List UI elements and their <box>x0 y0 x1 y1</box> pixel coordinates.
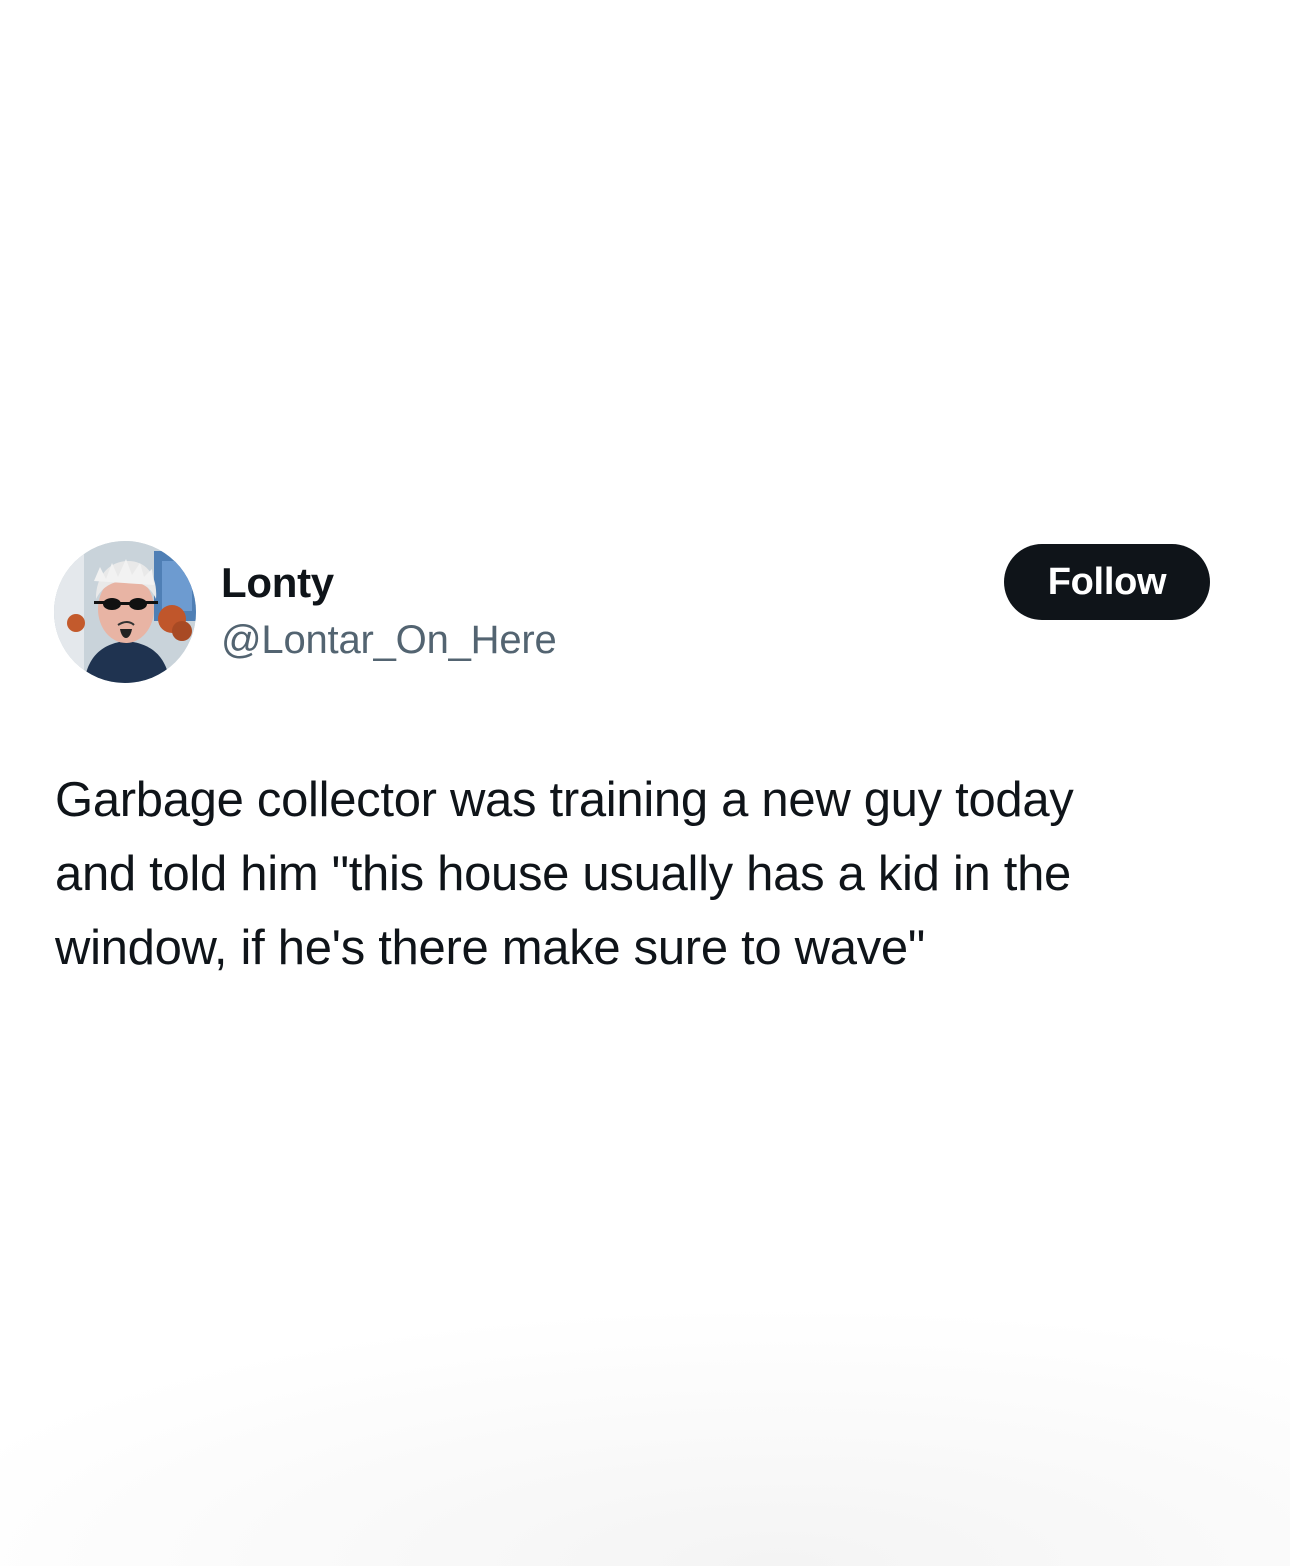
page-background: Lonty @Lontar_On_Here Follow Garbage col… <box>0 0 1290 1566</box>
tweet-text-line: window, if he's there make sure to wave" <box>55 921 925 975</box>
tweet-text: Garbage collector was training a new guy… <box>55 763 1245 985</box>
tweet-text-line: Garbage collector was training a new guy… <box>55 773 1074 827</box>
author-display-name[interactable]: Lonty <box>221 557 334 609</box>
avatar[interactable] <box>54 541 196 683</box>
follow-button[interactable]: Follow <box>1004 544 1210 620</box>
tweet-text-line: and told him "this house usually has a k… <box>55 847 1071 901</box>
author-handle[interactable]: @Lontar_On_Here <box>221 615 557 665</box>
tweet-card: Lonty @Lontar_On_Here Follow Garbage col… <box>0 0 1290 1566</box>
profile-photo-avatar-icon <box>54 541 196 683</box>
